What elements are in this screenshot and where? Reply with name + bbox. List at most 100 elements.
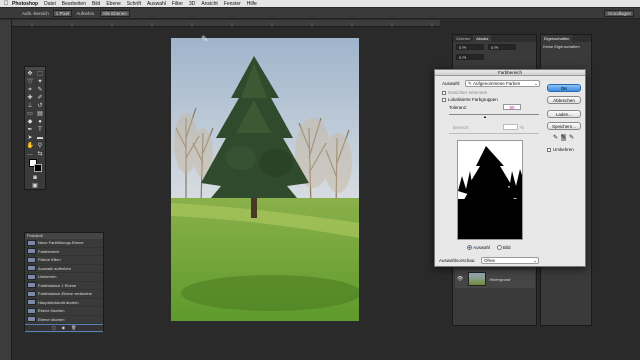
magic-wand-icon[interactable]: ✦ (37, 79, 44, 85)
mask-preview[interactable] (457, 140, 523, 240)
fuzziness-slider-thumb[interactable]: ▲ (483, 114, 487, 119)
more-tools-icon[interactable]: … (27, 151, 34, 157)
history-item[interactable]: Farbbereich (25, 248, 103, 256)
range-unit: % (520, 125, 525, 130)
radio-image[interactable]: Bild (497, 245, 511, 251)
eraser-tool-icon[interactable]: ▭ (27, 111, 34, 117)
history-brush-icon[interactable]: ↺ (37, 103, 44, 109)
background-color[interactable] (34, 164, 42, 172)
range-label: Bereich: (453, 125, 470, 130)
ok-button[interactable]: OK (547, 84, 581, 92)
indent-right-field[interactable]: 0 Pt (488, 44, 516, 50)
menu-auswahl[interactable]: Auswahl (147, 1, 166, 7)
select-dropdown[interactable]: ✎ Aufgenommene Farben ⌄ (465, 80, 540, 87)
dialog-title[interactable]: Farbbereich (435, 70, 585, 76)
fuzziness-slider-track[interactable] (449, 114, 539, 115)
ruler-horizontal (12, 20, 440, 27)
lasso-tool-icon[interactable]: ➰ (27, 79, 34, 85)
app-name[interactable]: Photoshop (12, 1, 38, 7)
save-button[interactable]: Speichern... (547, 122, 581, 130)
workspace-select[interactable]: Grundlagen (604, 9, 634, 17)
preview-label: Auswahlvorschau: (439, 258, 476, 263)
cancel-button[interactable]: Abbrechen (547, 96, 581, 104)
history-item[interactable]: Ebene löschen (25, 307, 103, 316)
zoom-tool-icon[interactable]: ⚲ (37, 143, 44, 149)
ruler-ticks (31, 23, 433, 27)
shape-tool-icon[interactable]: ▬ (37, 135, 44, 141)
stamp-tool-icon[interactable]: ⊥ (27, 103, 34, 109)
screen-mode-icon[interactable]: ▣ (32, 183, 39, 189)
select-value: Aufgenommene Farben (473, 81, 521, 86)
indent-left-field[interactable]: 0 Pt (456, 44, 484, 50)
history-item[interactable]: Farbbalance-Ebene verändern (25, 290, 103, 299)
new-document-icon[interactable]: ▢ (52, 325, 56, 331)
layer-row[interactable]: 👁 Hintergrund (455, 270, 535, 288)
move-tool-icon[interactable]: ✥ (27, 71, 34, 77)
tab-absatz[interactable]: Absatz (473, 35, 492, 42)
gradient-tool-icon[interactable]: ▤ (37, 111, 44, 117)
hand-tool-icon[interactable]: ✋ (27, 143, 34, 149)
menu-ebene[interactable]: Ebene (106, 1, 120, 7)
localized-clusters-checkbox[interactable]: Lokalisierte Farbgruppen (442, 97, 498, 102)
sample-size-select[interactable]: 1 Pixel (52, 9, 73, 17)
tab-zeichen[interactable]: Zeichen (453, 35, 473, 42)
history-item-label: Ebene löschen (38, 308, 65, 314)
path-select-icon[interactable]: ➤ (27, 135, 34, 141)
history-panel: Protokoll Neue Farbfüllungs-Ebene Farbbe… (24, 232, 104, 333)
history-item[interactable]: Farbbalance 1 Ebene (25, 282, 103, 290)
eyedropper-plus-icon[interactable]: ✎ (561, 134, 567, 141)
menu-hilfe[interactable]: Hilfe (247, 1, 257, 7)
menu-ansicht[interactable]: Ansicht (201, 1, 217, 7)
history-step-icon (27, 256, 36, 263)
load-button[interactable]: Laden... (547, 110, 581, 118)
menu-datei[interactable]: Datei (44, 1, 56, 7)
history-item[interactable]: Ebene löschen (25, 316, 103, 324)
detect-faces-checkbox[interactable]: Gesichter erkennen (442, 90, 487, 95)
radio-selection[interactable]: Auswahl (467, 245, 490, 251)
eyedropper-cursor-icon: ✎ (201, 34, 209, 44)
document-canvas[interactable] (171, 38, 359, 321)
menu-filter[interactable]: Filter (172, 1, 183, 7)
history-step-icon (27, 316, 36, 323)
quick-mask-icon[interactable]: ◙ (32, 175, 39, 181)
brush-tool-icon[interactable]: ✐ (37, 95, 44, 101)
swap-colors-icon[interactable]: ⇆ (37, 151, 44, 157)
options-bar: Aufn.-bereich 1 Pixel Aufnehm. Alle Eben… (0, 8, 640, 19)
eye-icon[interactable]: 👁 (457, 276, 463, 282)
history-item-label: Umkehren (38, 274, 57, 280)
history-item[interactable]: Fläche füllen (25, 256, 103, 265)
menu-bearbeiten[interactable]: Bearbeiten (62, 1, 86, 7)
healing-brush-icon[interactable]: ✚ (27, 95, 34, 101)
marquee-tool-icon[interactable]: ⬚ (37, 71, 44, 77)
fuzziness-field[interactable]: 50 (503, 104, 521, 110)
menu-3d[interactable]: 3D (189, 1, 195, 7)
trash-icon[interactable]: 🗑 (71, 325, 76, 331)
blur-tool-icon[interactable]: ◆ (27, 119, 34, 125)
tab-eigenschaften[interactable]: Eigenschaften (541, 35, 573, 42)
invert-checkbox[interactable]: Umkehren (547, 147, 574, 152)
preview-dropdown[interactable]: Ohne ⌄ (481, 257, 539, 264)
tools-panel: ✥ ⬚ ➰ ✦ ⌗ ✎ ✚ ✐ ⊥ ↺ ▭ ▤ ◆ ● ✒ T ➤ ▬ ✋ ⚲ … ⇆ ◙ ▣ (24, 66, 46, 190)
history-item-label: Fläche füllen (38, 257, 61, 263)
pen-tool-icon[interactable]: ✒ (27, 127, 34, 133)
history-item[interactable]: Auswahl aufheben (25, 265, 103, 273)
eyedropper-icon[interactable]: ✎ (37, 87, 44, 93)
crop-tool-icon[interactable]: ⌗ (27, 87, 34, 93)
color-swatches[interactable] (25, 158, 45, 174)
menu-schrift[interactable]: Schrift (127, 1, 141, 7)
dodge-tool-icon[interactable]: ● (37, 119, 44, 125)
apple-icon[interactable]:  (0, 1, 12, 7)
type-tool-icon[interactable]: T (37, 127, 44, 133)
menu-bild[interactable]: Bild (92, 1, 100, 7)
history-item[interactable]: Umkehren (25, 273, 103, 282)
eyedropper-minus-icon[interactable]: ✎ (569, 134, 574, 141)
snapshot-icon[interactable]: ◉ (62, 325, 66, 331)
menu-fenster[interactable]: Fenster (224, 1, 241, 7)
range-field[interactable] (503, 124, 518, 130)
indent-first-field[interactable]: 0 Pt (456, 54, 484, 60)
range-slider-track[interactable] (449, 133, 539, 134)
history-item[interactable]: Neue Farbfüllungs-Ebene (25, 239, 103, 248)
history-item[interactable]: Hauptdeckkraft ändern (25, 299, 103, 307)
sample-layers-select[interactable]: Alle Ebenen (99, 9, 130, 17)
eyedropper-icon[interactable]: ✎ (553, 134, 558, 141)
